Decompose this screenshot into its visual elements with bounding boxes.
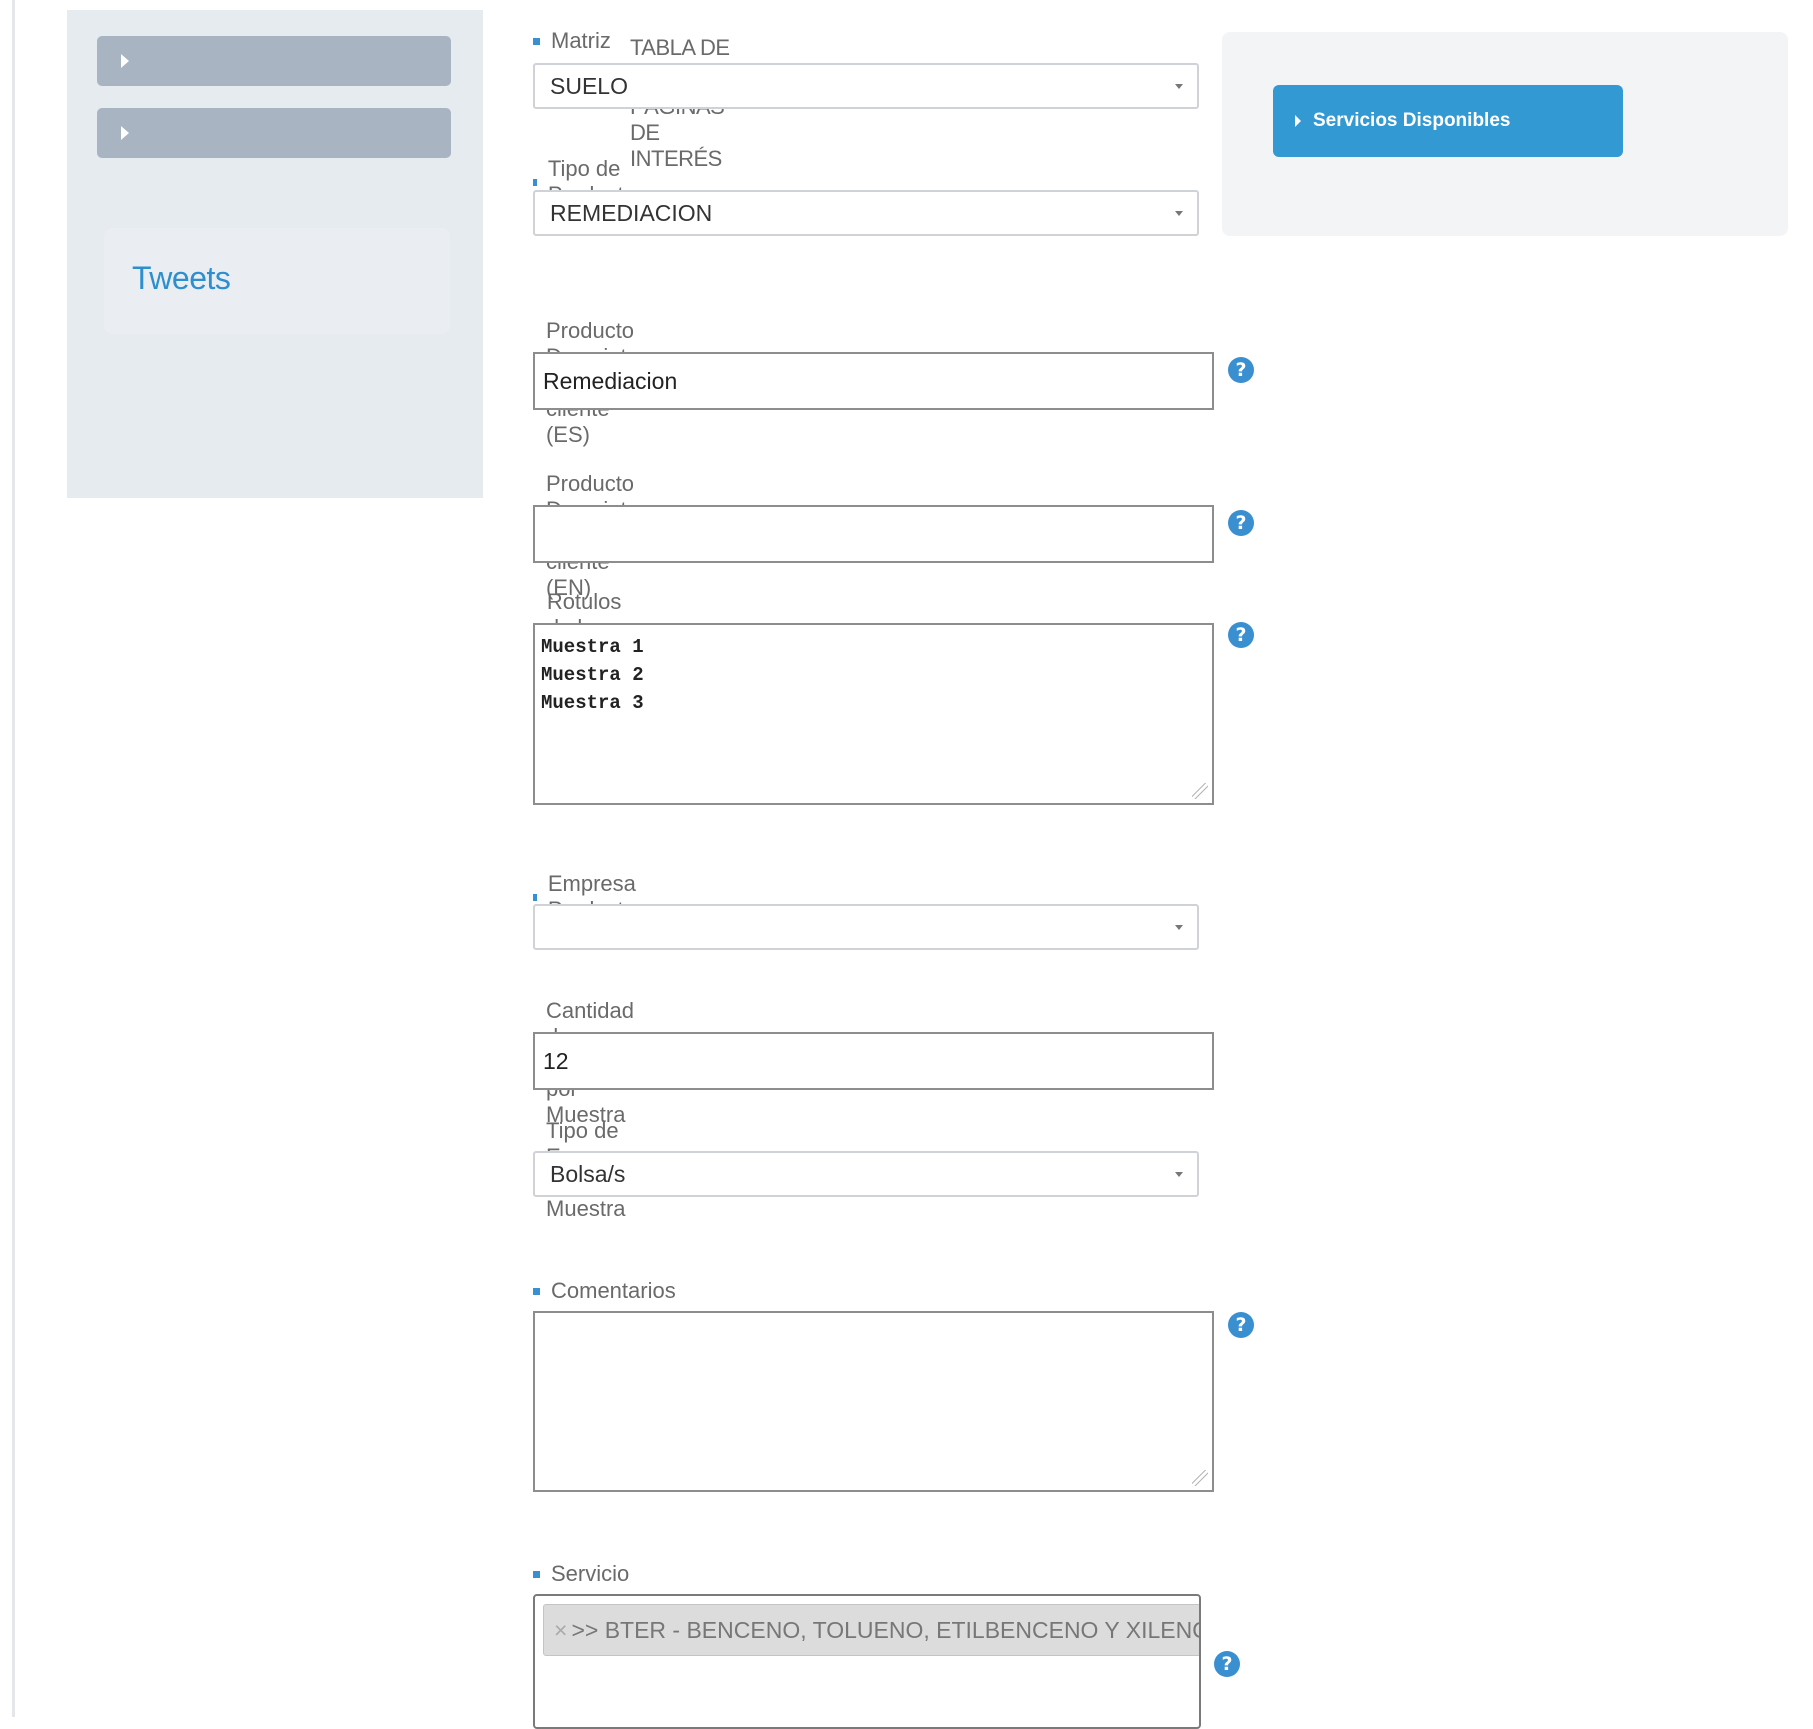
help-icon[interactable]: ? [1228,622,1254,648]
chevron-right-icon [121,54,129,68]
comentarios-label-text: Comentarios [551,1278,676,1303]
paginas-interes-button[interactable]: PÁGINAS DE INTERÉS [97,94,725,171]
producto-es-value: Remediacion [543,367,678,394]
required-bullet [533,178,537,186]
tipo-envase-select[interactable]: Bolsa/s [533,1151,1199,1197]
resize-grip-icon[interactable] [1192,1470,1208,1486]
chevron-right-icon [1295,115,1301,127]
remove-icon[interactable]: × [554,1617,567,1644]
comentarios-textarea[interactable] [533,1311,1214,1492]
rotulos-textarea[interactable]: Muestra 1 Muestra 2 Muestra 3 [533,623,1214,805]
cantidad-value: 12 [543,1047,569,1074]
servicio-selected-value: >> BTER - BENCENO, TOLUENO, ETILBENCENO … [571,1616,1201,1643]
cantidad-input[interactable]: 12 [533,1032,1214,1090]
required-bullet [533,37,540,45]
dropdown-caret-icon [1175,925,1183,930]
sidebar: TABLA DE TOLERANCIAS PÁGINAS DE INTERÉS … [67,10,780,498]
servicio-selected-chip[interactable]: × >> BTER - BENCENO, TOLUENO, ETILBENCEN… [543,1604,1201,1656]
required-bullet [533,1287,540,1295]
help-icon[interactable]: ? [1214,1651,1240,1677]
servicios-disponibles-label: Servicios Disponibles [1313,110,1511,131]
producto-es-input[interactable]: Remediacion [533,352,1214,410]
tipo-producto-select[interactable]: REMEDIACION [533,190,1199,236]
resize-grip-icon[interactable] [1192,783,1208,799]
help-icon[interactable]: ? [1228,357,1254,383]
tipo-producto-value: REMEDIACION [550,199,713,226]
tweets-widget: Tweets [104,228,450,334]
tipo-envase-value: Bolsa/s [550,1160,626,1187]
required-bullet [533,1570,540,1578]
matriz-label-text: Matriz [551,28,611,53]
tweets-link[interactable]: Tweets [132,260,231,297]
tabla-tolerancias-button[interactable]: TABLA DE TOLERANCIAS [97,35,780,86]
required-bullet [533,893,537,901]
matriz-label: Matriz [533,28,611,54]
servicios-disponibles-button[interactable]: Servicios Disponibles [1273,85,1623,157]
page-edge-divider [12,0,15,1717]
chevron-right-icon [121,126,129,140]
comentarios-value [535,1313,1212,1329]
help-icon[interactable]: ? [1228,1312,1254,1338]
servicio-label: Servicio [533,1561,629,1587]
dropdown-caret-icon [1175,1172,1183,1177]
producto-en-input[interactable] [533,505,1214,563]
help-icon[interactable]: ? [1228,510,1254,536]
dropdown-caret-icon [1175,84,1183,89]
empresa-select[interactable] [533,904,1199,950]
matriz-value: SUELO [550,72,628,99]
servicio-multiselect[interactable]: × >> BTER - BENCENO, TOLUENO, ETILBENCEN… [533,1594,1201,1729]
services-panel: Servicios Disponibles [1222,32,1788,236]
comentarios-label: Comentarios [533,1278,676,1304]
rotulos-value: Muestra 1 Muestra 2 Muestra 3 [541,636,644,714]
servicio-label-text: Servicio [551,1561,630,1586]
dropdown-caret-icon [1175,211,1183,216]
matriz-select[interactable]: SUELO [533,63,1199,109]
